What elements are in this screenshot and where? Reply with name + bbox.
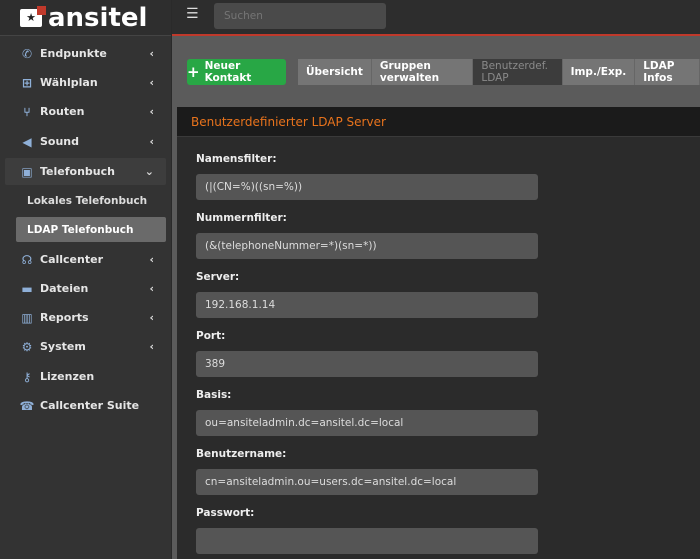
chevron-left-icon: ‹ [149,340,154,353]
field-input-port[interactable]: 389 [196,351,538,377]
folder-open-icon: ▬ [21,281,33,296]
sidebar-item-wählplan[interactable]: ⊞ Wählplan ‹ [5,69,166,96]
chevron-left-icon: ‹ [149,135,154,148]
sidebar-subitem[interactable]: LDAP Telefonbuch [16,217,166,242]
tab-gruppen-verwalten[interactable]: Gruppen verwalten [371,59,474,85]
plus-icon: + [187,63,200,81]
phone-icon: ✆ [21,46,33,61]
bar-chart-icon: ▥ [21,310,33,325]
tab-benutzerdef-ldap[interactable]: Benutzerdef. LDAP [473,59,563,85]
sidebar-item-label: Telefonbuch [40,165,115,178]
field-input-passwort[interactable] [196,528,538,554]
sidebar-subitem[interactable]: Lokales Telefonbuch [16,188,166,213]
tab-imp-exp-[interactable]: Imp./Exp. [562,59,636,85]
sidebar-item-sound[interactable]: ◀ Sound ‹ [5,128,166,155]
sidebar-item-system[interactable]: ⚙ System ‹ [5,333,166,360]
sidebar-item-label: Callcenter Suite [40,399,140,412]
chevron-left-icon: ‹ [149,282,154,295]
sidebar-item-callcenter[interactable]: ☊ Callcenter ‹ [5,246,166,273]
search-input[interactable] [214,3,386,29]
sidebar-item-label: Reports [40,311,89,324]
logo[interactable]: ★ ansitel [0,0,171,36]
callcenter-suite-icon: ☎ [19,398,35,413]
chevron-left-icon: ‹ [149,47,154,60]
chevron-left-icon: ‹ [149,105,154,118]
field-label: Passwort: [196,507,255,519]
sidebar-item-routen[interactable]: ⑂ Routen ‹ [5,98,166,125]
headset-icon: ☊ [21,252,33,267]
tab-ldap-infos[interactable]: LDAP Infos [635,59,700,85]
address-book-icon: ▣ [21,164,33,179]
field-label: Nummernfilter: [196,212,287,224]
key-icon: ⚷ [22,369,32,384]
field-input-basis[interactable]: ou=ansiteladmin.dc=ansitel.dc=local [196,410,538,436]
tab-bar: Übersicht Gruppen verwalten Benutzerdef. L… [298,59,700,85]
field-input-server[interactable]: 192.168.1.14 [196,292,538,318]
ldap-panel: Benutzerdefinierter LDAP Server Namensfi… [177,107,700,559]
brand-name: ansitel [48,2,148,33]
fork-icon: ⑂ [23,104,31,119]
sidebar: ★ ansitel ✆ Endpunkte ‹ ⊞ Wählplan ‹ ⑂ Routen ‹ ◀ S… [0,0,172,559]
sidebar-item-label: Callcenter [40,253,103,266]
chevron-left-icon: ‹ [149,76,154,89]
field-label: Basis: [196,389,232,401]
field-label: Benutzername: [196,448,287,460]
field-label: Namensfilter: [196,153,277,165]
cogs-icon: ⚙ [21,339,33,354]
hamburger-icon[interactable]: ☰ [186,6,199,22]
sidebar-item-telefonbuch[interactable]: ▣ Telefonbuch ⌄ [5,158,166,185]
field-input-nummernfilter[interactable]: (&(telephoneNummer=*)(sn=*)) [196,233,538,259]
sidebar-item-label: Routen [40,105,85,118]
sitemap-icon: ⊞ [21,75,33,90]
chevron-left-icon: ‹ [149,253,154,266]
sidebar-item-dateien[interactable]: ▬ Dateien ‹ [5,275,166,302]
topbar: ☰ [172,0,700,36]
sidebar-item-label: Lizenzen [40,370,95,383]
chevron-left-icon: ‹ [149,311,154,324]
sidebar-item-label: Dateien [40,282,89,295]
field-label: Server: [196,271,240,283]
sidebar-item-label: Endpunkte [40,47,107,60]
sidebar-item-endpunkte[interactable]: ✆ Endpunkte ‹ [5,40,166,67]
sidebar-item-reports[interactable]: ▥ Reports ‹ [5,304,166,331]
sidebar-item-label: Sound [40,135,80,148]
new-contact-button[interactable]: + Neuer Kontakt [187,59,286,85]
sidebar-item-label: System [40,340,86,353]
volume-icon: ◀ [22,134,32,149]
sidebar-item-lizenzen[interactable]: ⚷ Lizenzen [5,363,166,390]
panel-title: Benutzerdefinierter LDAP Server [177,107,700,137]
sidebar-item-callcenter-suite[interactable]: ☎ Callcenter Suite [5,392,166,419]
new-contact-label: Neuer Kontakt [204,60,252,84]
field-input-namensfilter[interactable]: (|(CN=%)((sn=%)) [196,174,538,200]
field-input-benutzername[interactable]: cn=ansiteladmin.ou=users.dc=ansitel.dc=l… [196,469,538,495]
field-label: Port: [196,330,226,342]
logo-icon: ★ [20,5,46,27]
chevron-down-icon: ⌄ [144,165,154,178]
sidebar-item-label: Wählplan [40,76,98,89]
tab-übersicht[interactable]: Übersicht [298,59,372,85]
